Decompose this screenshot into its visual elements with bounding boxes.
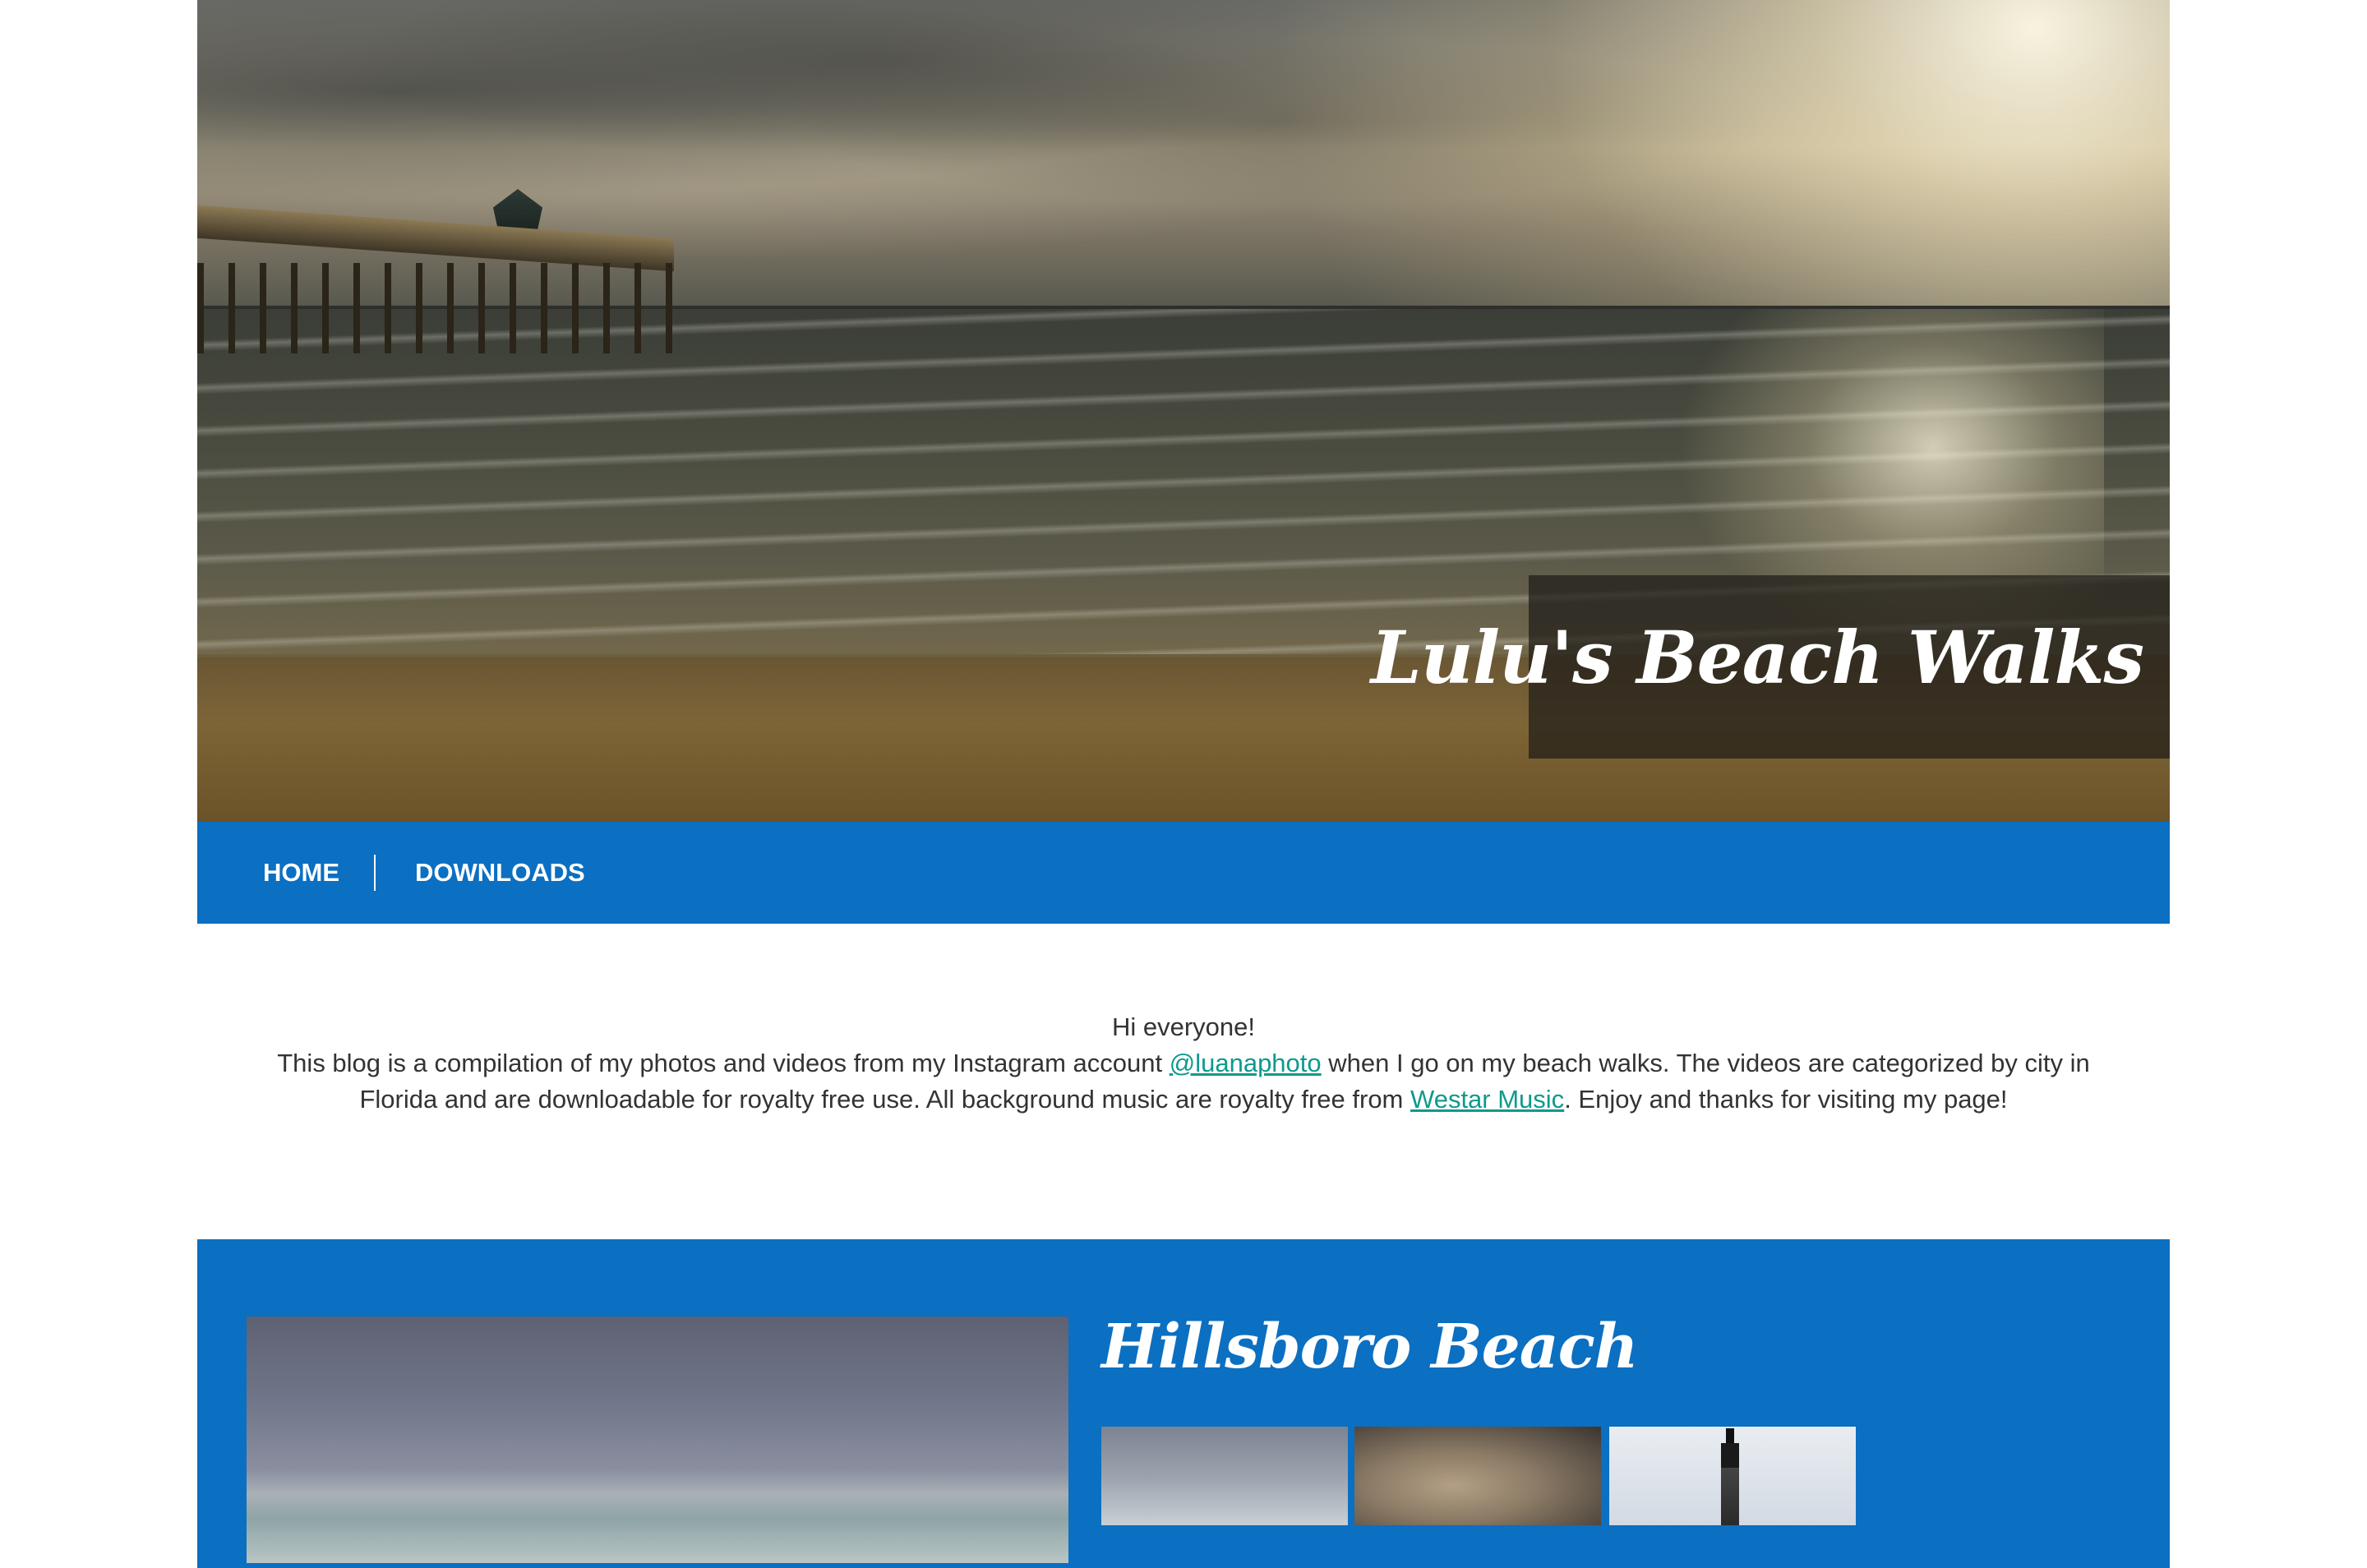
main-nav: HOME DOWNLOADS (197, 822, 2170, 924)
post-featured-image[interactable] (247, 1317, 1068, 1563)
nav-downloads-link[interactable]: DOWNLOADS (415, 855, 585, 891)
page-wrapper: Lulu's Beach Walks HOME DOWNLOADS Hi eve… (197, 0, 2170, 1568)
intro-greeting: Hi everyone! (1111, 1012, 1256, 1041)
site-title[interactable]: Lulu's Beach Walks (1371, 615, 2144, 700)
post-title[interactable]: Hillsboro Beach (1101, 1312, 1639, 1382)
lighthouse-figure (1721, 1428, 1739, 1525)
nav-home-link[interactable]: HOME (263, 855, 339, 891)
banner-pier (197, 189, 682, 362)
site-title-box: Lulu's Beach Walks (1371, 575, 2170, 759)
post-card: Hillsboro Beach (197, 1239, 2170, 1568)
instagram-link[interactable]: @luanaphoto (1170, 1049, 1322, 1077)
westar-music-link[interactable]: Westar Music (1410, 1085, 1564, 1114)
post-thumbnail[interactable] (1354, 1427, 1601, 1525)
post-thumbnail[interactable] (1101, 1427, 1348, 1525)
pier-pilings (197, 263, 674, 353)
pier-deck (197, 205, 674, 272)
post-thumbnail[interactable] (1609, 1427, 1856, 1525)
intro-body: This blog is a compilation of my photos … (263, 1045, 2104, 1118)
header-banner-image: Lulu's Beach Walks (197, 0, 2170, 822)
intro-section: Hi everyone! This blog is a compilation … (197, 1009, 2170, 1118)
intro-text-1: This blog is a compilation of my photos … (277, 1049, 1170, 1077)
nav-separator (374, 855, 376, 891)
intro-text-3: . Enjoy and thanks for visiting my page! (1564, 1085, 2008, 1114)
